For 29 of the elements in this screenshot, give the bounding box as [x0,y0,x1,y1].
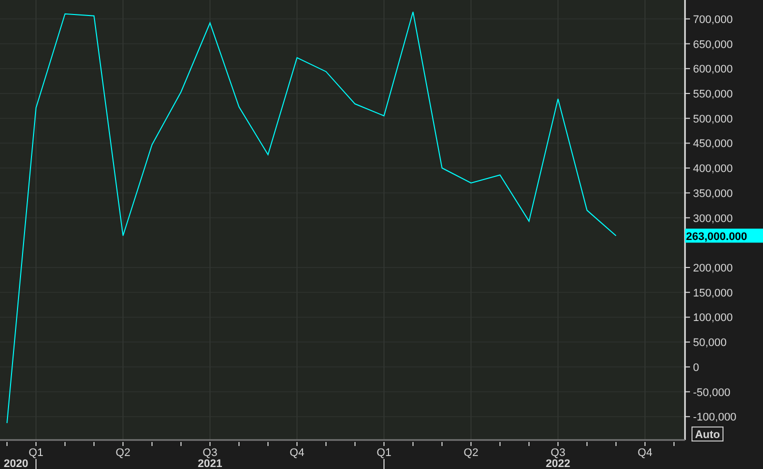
x-tick-label: Q2 [464,447,478,459]
y-tick-label: 300,000 [693,212,733,225]
x-tick-label: Q3 [202,447,218,459]
y-tick-label: -100,000 [693,412,736,424]
y-tick-label: 400,000 [693,163,733,176]
last-value-tag: 263,000.000 [685,228,763,244]
x-tick-label: Q2 [116,447,130,459]
y-tick-label: 450,000 [693,138,733,150]
x-tick-label: Q4 [638,447,652,459]
y-tick-label: 200,000 [693,262,733,274]
auto-scale-button[interactable]: Auto [692,426,724,442]
x-tick-label: Q1 [28,447,44,459]
y-tick-label: 350,000 [693,188,733,200]
y-tick-label: 150,000 [693,287,733,300]
x-tick-label: Q1 [376,447,392,459]
y-tick-label: -50,000 [693,386,730,399]
x-tick-label: Q3 [550,447,566,459]
x-tick-label: Q4 [290,447,304,459]
y-tick-label: 600,000 [693,64,733,76]
year-label: 2020 [4,458,28,469]
y-tick-label: 50,000 [693,337,727,350]
y-tick-label: 100,000 [693,312,733,324]
y-tick-label: 550,000 [693,88,733,100]
year-label: 2021 [198,458,222,469]
y-tick-label: 650,000 [693,38,733,51]
year-label: 2022 [546,458,570,469]
y-tick-label: 500,000 [693,113,733,126]
y-tick-label: 0 [693,362,700,374]
y-tick-label: 700,000 [693,14,733,26]
